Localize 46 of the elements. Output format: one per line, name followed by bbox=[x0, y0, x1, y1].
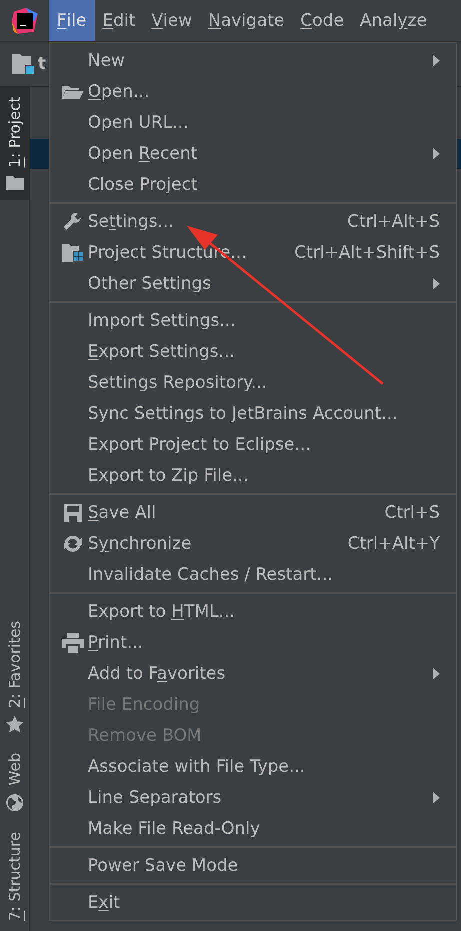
menu-bar-item[interactable]: Code bbox=[292, 0, 352, 41]
menu-item[interactable]: Print... bbox=[50, 627, 456, 658]
menu-item[interactable]: Close Project bbox=[50, 169, 456, 200]
menu-item[interactable]: Export to Zip File... bbox=[50, 460, 456, 491]
menu-item[interactable]: Settings Repository... bbox=[50, 367, 456, 398]
menu-item[interactable]: Synchronize Ctrl+Alt+Y bbox=[50, 528, 456, 559]
folder-icon bbox=[62, 84, 84, 98]
menu-bar-item[interactable]: Analyze bbox=[352, 0, 436, 41]
tool-window-tab[interactable]: Web bbox=[0, 743, 29, 822]
menu-item[interactable]: Open... bbox=[50, 76, 456, 107]
menu-item[interactable]: Power Save Mode bbox=[50, 850, 456, 881]
save-icon bbox=[64, 504, 82, 522]
tool-window-tab[interactable]: 1: Project bbox=[0, 87, 29, 200]
menu-item[interactable]: Invalidate Caches / Restart... bbox=[50, 559, 456, 590]
menu-item[interactable]: Settings... Ctrl+Alt+S bbox=[50, 206, 456, 237]
menu-item[interactable]: New bbox=[50, 45, 456, 76]
menu-bar-item[interactable]: File bbox=[49, 0, 95, 41]
menu-item[interactable]: Export Settings... bbox=[50, 336, 456, 367]
project-name: t bbox=[38, 54, 46, 74]
menu-item[interactable]: Line Separators bbox=[50, 782, 456, 813]
menu-item[interactable]: Add to Favorites bbox=[50, 658, 456, 689]
menu-item[interactable]: Export Project to Eclipse... bbox=[50, 429, 456, 460]
menu-item[interactable]: Open URL... bbox=[50, 107, 456, 138]
wrench-icon bbox=[63, 212, 83, 232]
menu-bar-item[interactable]: Edit bbox=[94, 0, 144, 41]
menu-bar-item[interactable]: View bbox=[144, 0, 200, 41]
folder-icon bbox=[6, 176, 24, 190]
tool-window-tab[interactable]: 7: Structure bbox=[0, 822, 29, 931]
folder-grid-icon bbox=[62, 244, 84, 262]
globe-icon bbox=[6, 794, 24, 812]
menu-item[interactable]: Make File Read-Only bbox=[50, 813, 456, 844]
menu-item[interactable]: Exit bbox=[50, 887, 456, 918]
menu-item[interactable]: Export to HTML... bbox=[50, 596, 456, 627]
menu-bar-item[interactable]: Navigate bbox=[200, 0, 293, 41]
printer-icon bbox=[62, 632, 84, 652]
menu-item[interactable]: Associate with File Type... bbox=[50, 751, 456, 782]
menu-item[interactable]: Import Settings... bbox=[50, 305, 456, 336]
sync-icon bbox=[63, 534, 83, 554]
menu-item[interactable]: Open Recent bbox=[50, 138, 456, 169]
folder-icon bbox=[12, 54, 34, 74]
menu-item[interactable]: Save All Ctrl+S bbox=[50, 497, 456, 528]
menu-item[interactable]: Other Settings bbox=[50, 268, 456, 299]
tool-window-tab[interactable]: 2: Favorites bbox=[0, 611, 29, 744]
app-logo-icon[interactable] bbox=[12, 8, 38, 34]
menu-item[interactable]: Sync Settings to JetBrains Account... bbox=[50, 398, 456, 429]
star-icon bbox=[6, 716, 24, 734]
